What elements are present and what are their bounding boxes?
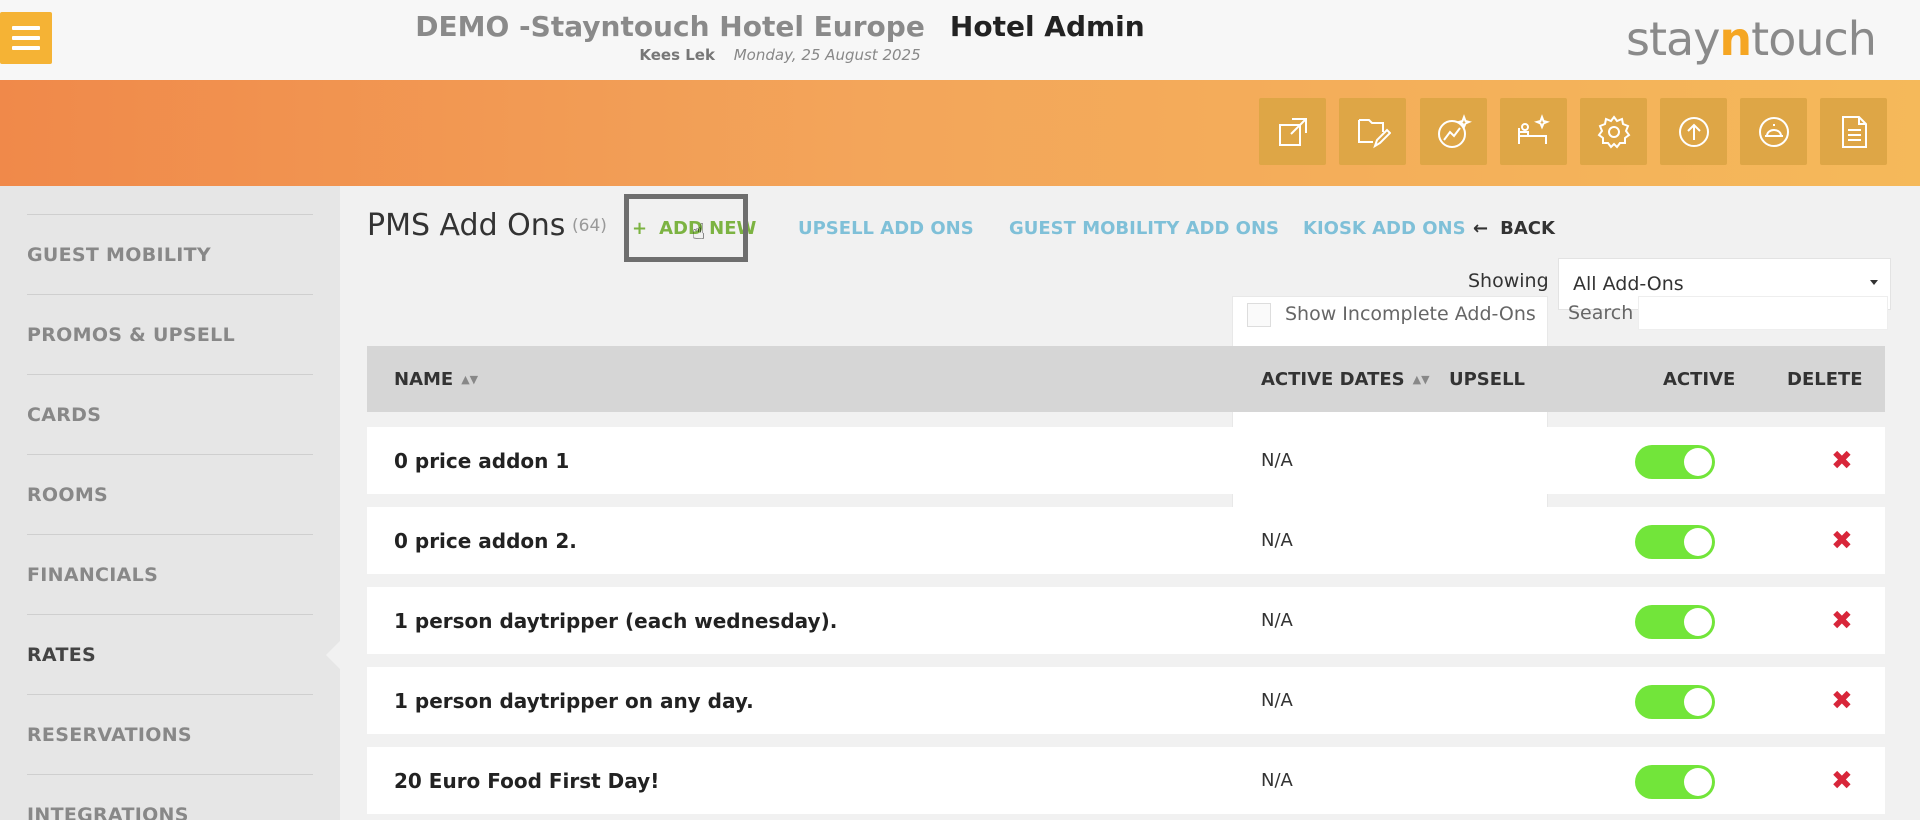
back-button[interactable]: ← BACK [1473,218,1555,239]
toggle-knob [1684,528,1712,556]
addon-active-dates: N/A [1261,690,1293,711]
sidebar-item-guest-mobility[interactable]: GUEST MOBILITY [27,214,313,294]
delete-icon[interactable]: ✖ [1831,747,1853,814]
external-link-button[interactable] [1259,98,1326,165]
upload-button[interactable] [1660,98,1727,165]
active-toggle[interactable] [1635,765,1715,799]
hand-cursor-icon: ☝ [692,220,706,245]
back-arrow-icon: ← [1473,218,1489,239]
addon-active-dates: N/A [1261,530,1293,551]
sidebar-item-cards[interactable]: CARDS [27,374,313,454]
active-toggle[interactable] [1635,685,1715,719]
housekeeping-button[interactable] [1500,98,1567,165]
settings-gear-icon [1597,114,1630,149]
delete-icon[interactable]: ✖ [1831,507,1853,574]
incomplete-checkbox[interactable] [1247,303,1271,327]
search-input[interactable] [1638,296,1888,330]
stayntouch-logo: stayntouch [1626,12,1877,66]
upload-icon [1678,116,1709,147]
sidebar-item-promos-upsell[interactable]: PROMOS & UPSELL [27,294,313,374]
addon-count: (64) [572,216,607,236]
upsell-column-header: UPSELL [1449,368,1526,390]
active-toggle[interactable] [1635,605,1715,639]
housekeeping-icon [1517,113,1550,144]
addon-name[interactable]: 0 price addon 2. [394,507,577,574]
active-indicator-arrow [326,641,340,669]
upsell-add-ons-link[interactable]: UPSELL ADD ONS [798,218,974,239]
business-date: Monday, 25 August 2025 [733,46,921,64]
toggle-knob [1684,448,1712,476]
bell-button[interactable] [1740,98,1807,165]
toggle-knob [1684,768,1712,796]
magic-chart-icon [1437,113,1472,148]
toggle-knob [1684,688,1712,716]
app-name: Hotel Admin [949,10,1145,43]
sort-icon: ▲▼ [461,372,479,386]
magic-chart-button[interactable] [1420,98,1487,165]
highlight-box [624,194,748,262]
addon-name[interactable]: 1 person daytripper on any day. [394,667,754,734]
user-name: Kees Lek [639,46,715,64]
incomplete-label: Show Incomplete Add-Ons [1285,303,1536,325]
external-link-icon [1278,117,1307,146]
search-label: Search [1568,302,1634,324]
top-header: DEMO -Stayntouch Hotel Europe Hotel Admi… [0,0,1920,80]
table-row[interactable]: 20 Euro Food First Day! N/A ✖ [367,747,1885,814]
document-icon [1841,115,1867,148]
addon-name[interactable]: 0 price addon 1 [394,427,569,494]
addon-active-dates: N/A [1261,610,1293,631]
table-row[interactable]: 1 person daytripper (each wednesday). N/… [367,587,1885,654]
delete-icon[interactable]: ✖ [1831,427,1853,494]
toggle-knob [1684,608,1712,636]
delete-icon[interactable]: ✖ [1831,587,1853,654]
sort-icon: ▲▼ [1412,372,1430,386]
showing-filter-value: All Add-Ons [1573,273,1684,295]
active-column-header: ACTIVE [1663,368,1736,390]
user-info: Kees Lek Monday, 25 August 2025 [0,46,1560,64]
table-row[interactable]: 1 person daytripper on any day. N/A ✖ [367,667,1885,734]
sidebar-item-financials[interactable]: FINANCIALS [27,534,313,614]
table-row[interactable]: 0 price addon 2. N/A ✖ [367,507,1885,574]
guest-mobility-add-ons-link[interactable]: GUEST MOBILITY ADD ONS [1009,218,1279,239]
back-label: BACK [1500,218,1555,239]
sidebar-item-rates[interactable]: RATES [27,614,313,694]
kiosk-add-ons-link[interactable]: KIOSK ADD ONS [1303,218,1466,239]
edit-folder-button[interactable] [1339,98,1406,165]
bell-icon [1758,116,1789,147]
addon-active-dates: N/A [1261,450,1293,471]
hotel-title: DEMO -Stayntouch Hotel Europe Hotel Admi… [0,10,1560,43]
addon-name[interactable]: 1 person daytripper (each wednesday). [394,587,837,654]
document-button[interactable] [1820,98,1887,165]
settings-button[interactable] [1580,98,1647,165]
table-header: NAME ▲▼ ACTIVE DATES ▲▼ UPSELL ACTIVE DELE… [367,346,1885,412]
sidebar: GUEST MOBILITY PROMOS & UPSELL CARDS ROO… [0,186,340,820]
delete-column-header: DELETE [1787,368,1863,390]
caret-down-icon [1870,280,1878,285]
sidebar-item-integrations[interactable]: INTEGRATIONS [27,774,313,820]
addon-active-dates: N/A [1261,770,1293,791]
active-toggle[interactable] [1635,525,1715,559]
hotel-name: DEMO -Stayntouch Hotel Europe [415,10,925,43]
name-column-header[interactable]: NAME ▲▼ [394,346,478,412]
sidebar-item-reservations[interactable]: RESERVATIONS [27,694,313,774]
edit-folder-icon [1357,118,1391,148]
addon-name[interactable]: 20 Euro Food First Day! [394,747,659,814]
table-row[interactable]: 0 price addon 1 N/A ✖ [367,427,1885,494]
delete-icon[interactable]: ✖ [1831,667,1853,734]
page-title: PMS Add Ons [367,208,566,243]
toolbar-band [0,80,1920,186]
showing-label: Showing [1468,270,1549,292]
sidebar-item-rooms[interactable]: ROOMS [27,454,313,534]
active-dates-column-header[interactable]: ACTIVE DATES ▲▼ [1261,346,1430,412]
main-content: PMS Add Ons (64) + ADD NEW ☝ UPSELL ADD O… [340,186,1920,820]
active-toggle[interactable] [1635,445,1715,479]
